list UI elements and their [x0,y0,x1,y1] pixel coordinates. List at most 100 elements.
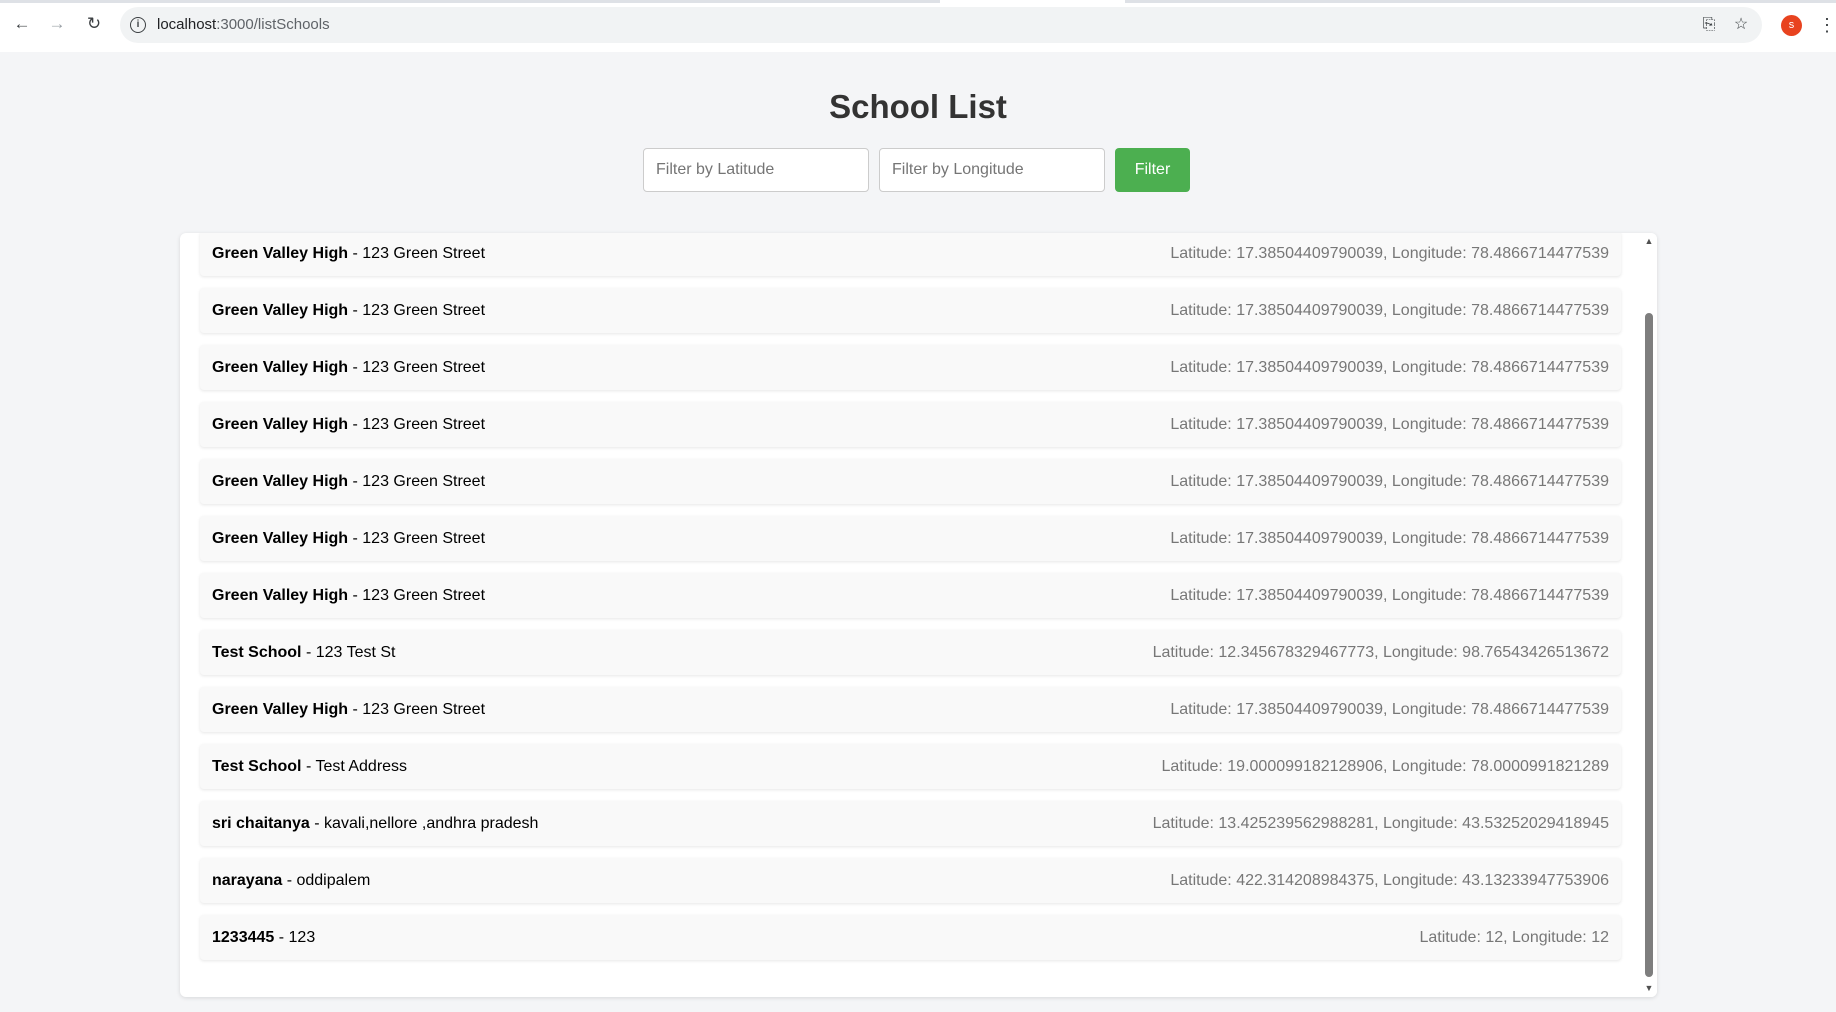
list-item: Green Valley High - 123 Green Street Lati… [200,402,1621,447]
list-item: Green Valley High - 123 Green Street Lati… [200,233,1621,276]
school-address: 123 Green Street [362,358,486,376]
separator: - [348,586,363,604]
separator: - [274,928,289,946]
list-item: Green Valley High - 123 Green Street Lati… [200,573,1621,618]
scroll-up-arrow-icon[interactable]: ▲ [1644,236,1654,246]
list-item: Green Valley High - 123 Green Street Lati… [200,288,1621,333]
school-info: Green Valley High - 123 Green Street [212,530,485,548]
school-address: 123 Green Street [362,415,486,433]
school-info: Test School - 123 Test St [212,644,395,662]
filter-button[interactable]: Filter [1115,148,1190,192]
school-coordinates: Latitude: 17.38504409790039, Longitude: … [1170,700,1609,718]
scroll-down-arrow-icon[interactable]: ▼ [1644,983,1654,993]
school-address: 123 Green Street [362,301,486,319]
school-name: Green Valley High [212,301,349,319]
tab-strip [0,0,1836,3]
separator: - [301,757,316,775]
school-info: Green Valley High - 123 Green Street [212,701,485,719]
install-app-icon[interactable]: ⎘ [1699,15,1719,35]
school-coordinates: Latitude: 12, Longitude: 12 [1419,928,1610,946]
school-address: kavali,nellore ,andhra pradesh [324,814,539,832]
school-info: sri chaitanya - kavali,nellore ,andhra p… [212,815,538,833]
list-item: Green Valley High - 123 Green Street Lati… [200,345,1621,390]
school-address: 123 Green Street [362,700,486,718]
list-item: narayana - oddipalem Latitude: 422.314208… [200,858,1621,903]
url-host: localhost [157,16,217,33]
school-list: Green Valley High - 123 Green Street Lati… [200,233,1621,972]
school-info: narayana - oddipalem [212,872,370,890]
school-name: narayana [212,871,283,889]
school-name: sri chaitanya [212,814,310,832]
longitude-filter-input[interactable] [879,148,1105,192]
school-name: Green Valley High [212,244,349,262]
active-tab[interactable] [940,0,1125,3]
latitude-filter-input[interactable] [643,148,869,192]
school-info: Green Valley High - 123 Green Street [212,473,485,491]
school-info: 1233445 - 123 [212,929,315,947]
school-info: Green Valley High - 123 Green Street [212,587,485,605]
school-name: Green Valley High [212,529,349,547]
separator: - [348,301,363,319]
school-name: Test School [212,757,302,775]
separator: - [309,814,325,832]
school-info: Green Valley High - 123 Green Street [212,416,485,434]
bookmark-star-icon[interactable]: ☆ [1731,15,1751,35]
school-coordinates: Latitude: 13.425239562988281, Longitude:… [1152,814,1609,832]
school-name: Green Valley High [212,700,349,718]
separator: - [348,415,363,433]
school-address: 123 Green Street [362,529,486,547]
separator: - [348,472,363,490]
forward-arrow-icon[interactable]: → [45,12,69,36]
site-info-icon[interactable]: i [130,17,146,33]
school-coordinates: Latitude: 17.38504409790039, Longitude: … [1170,301,1609,319]
list-item: Test School - Test Address Latitude: 19.0… [200,744,1621,789]
school-coordinates: Latitude: 17.38504409790039, Longitude: … [1170,529,1609,547]
separator: - [301,643,316,661]
school-info: Test School - Test Address [212,758,407,776]
separator: - [348,529,363,547]
school-info: Green Valley High - 123 Green Street [212,302,485,320]
url-text[interactable]: localhost:3000/listSchools [157,16,330,33]
school-address: 123 Green Street [362,244,486,262]
browser-menu-icon[interactable]: ⋮ [1818,14,1836,38]
school-coordinates: Latitude: 422.314208984375, Longitude: 4… [1170,871,1609,889]
list-item: 1233445 - 123 Latitude: 12, Longitude: 12 [200,915,1621,960]
school-address: 123 [288,928,316,946]
school-coordinates: Latitude: 17.38504409790039, Longitude: … [1170,358,1609,376]
url-path: :3000/listSchools [216,16,330,33]
school-name: Test School [212,643,302,661]
school-address: 123 Green Street [362,472,486,490]
list-item: Green Valley High - 123 Green Street Lati… [200,687,1621,732]
school-name: Green Valley High [212,415,349,433]
separator: - [282,871,297,889]
school-address: 123 Green Street [362,586,486,604]
scrollbar[interactable]: ▲ ▼ [1641,233,1657,997]
list-item: Green Valley High - 123 Green Street Lati… [200,459,1621,504]
address-bar[interactable]: i localhost:3000/listSchools ⎘ ☆ [120,7,1762,43]
school-coordinates: Latitude: 17.38504409790039, Longitude: … [1170,586,1609,604]
profile-avatar[interactable]: s [1781,15,1802,36]
school-name: Green Valley High [212,472,349,490]
school-name: Green Valley High [212,586,349,604]
browser-toolbar: ← → ↻ i localhost:3000/listSchools ⎘ ☆ s… [0,0,1836,52]
page-title: School List [829,88,1007,125]
school-coordinates: Latitude: 17.38504409790039, Longitude: … [1170,415,1609,433]
school-coordinates: Latitude: 12.345678329467773, Longitude:… [1152,643,1609,661]
school-list-container[interactable]: Green Valley High - 123 Green Street Lati… [180,233,1657,997]
filter-bar: Filter [643,148,1190,192]
school-name: 1233445 [212,928,275,946]
list-item: sri chaitanya - kavali,nellore ,andhra p… [200,801,1621,846]
separator: - [348,244,363,262]
scrollbar-thumb[interactable] [1645,313,1653,977]
school-coordinates: Latitude: 17.38504409790039, Longitude: … [1170,472,1609,490]
back-arrow-icon[interactable]: ← [10,12,34,36]
separator: - [348,700,363,718]
list-item: Green Valley High - 123 Green Street Lati… [200,516,1621,561]
school-address: oddipalem [296,871,371,889]
school-info: Green Valley High - 123 Green Street [212,359,485,377]
separator: - [348,358,363,376]
school-info: Green Valley High - 123 Green Street [212,245,485,263]
school-coordinates: Latitude: 17.38504409790039, Longitude: … [1170,244,1609,262]
reload-icon[interactable]: ↻ [82,12,106,36]
school-coordinates: Latitude: 19.000099182128906, Longitude:… [1161,757,1609,775]
